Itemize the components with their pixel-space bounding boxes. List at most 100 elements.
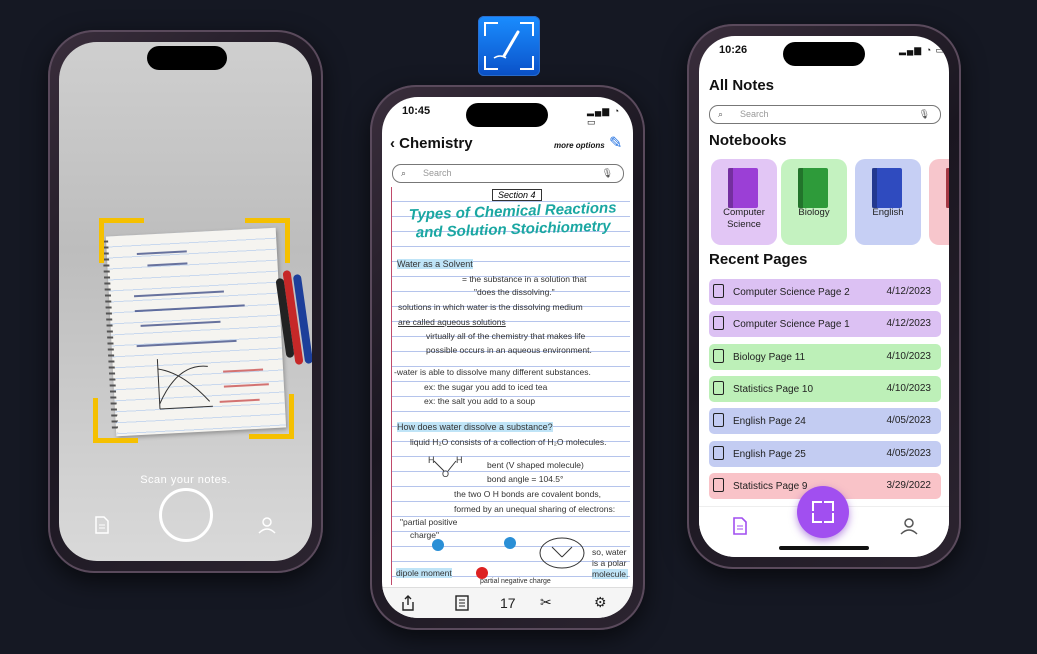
app-icon [478,16,540,76]
notebook-card[interactable]: S [929,159,949,245]
scribble [140,320,221,327]
recent-page-date: 4/12/2023 [886,286,932,297]
recent-page-date: 4/10/2023 [886,350,932,362]
pencil-icon[interactable]: ✎ [609,133,622,153]
mic-icon: 🎙 [918,109,930,119]
document-icon [713,380,724,395]
search-icon: ⌕ [718,109,724,119]
recent-page-row[interactable]: Biology Page 11 4/10/2023 [709,343,941,370]
search-input[interactable]: ⌕ Search 🎙 [709,105,941,124]
recent-page-date: 4/05/2023 [886,447,932,459]
scan-corner-tr [245,218,290,263]
camera-phone: Scan your notes. [48,30,323,573]
settings-icon[interactable]: ⚙ [594,594,607,611]
svg-text:H: H [428,455,435,465]
camera-screen: Scan your notes. [59,42,312,561]
document-icon[interactable] [94,516,110,534]
note-line: "does the dissolving." [474,287,555,297]
note-line: solutions in which water is the dissolvi… [398,302,583,312]
recent-page-name: Computer Science Page 2 [733,287,850,298]
notebook-card[interactable]: Biology [781,159,847,245]
water-molecule-sketch: H H O [428,455,463,479]
notebook-label-line2: Science [727,219,761,230]
scan-corner-tl [99,218,144,263]
recent-heading: Recent Pages [709,251,808,268]
notebook-cover-icon [872,168,902,208]
recent-page-row[interactable]: Computer Science Page 2 4/12/2023 [709,279,941,305]
dynamic-island [783,42,865,66]
notebook-label: English [855,207,921,219]
note-line: liquid H₂O consists of a collection of H… [410,437,607,447]
note-line: is a polar [592,558,627,568]
polar-molecule-sketch [539,537,585,569]
scribble [134,304,245,313]
profile-icon[interactable] [900,517,918,535]
note-line: bond angle = 104.5° [487,474,564,484]
pen-icon [493,30,520,59]
note-line: "partial positive [400,517,458,527]
recent-page-name: Computer Science Page 1 [733,319,850,331]
document-icon [713,284,724,298]
note-page: Section 4 Types of Chemical Reactions an… [391,187,630,585]
mic-icon: 🎙 [601,168,613,178]
document-icon [713,445,724,460]
notebook-cover-icon [946,168,949,208]
more-options-button[interactable]: more options [554,141,605,150]
recent-page-name: English Page 25 [733,448,806,460]
notebooks-heading: Notebooks [709,132,787,149]
notebook-card[interactable]: Computer Science [711,159,777,245]
scribble [147,262,188,267]
search-placeholder: Search [740,109,769,119]
dynamic-island [466,103,548,127]
document-icon [713,348,724,363]
note-line: bent (V shaped molecule) [487,460,584,470]
share-icon[interactable] [400,594,416,612]
scan-corner-bl [93,398,138,443]
note-heading: Types of Chemical Reactions and Solution… [407,199,618,242]
recent-page-row[interactable]: English Page 25 4/05/2023 [709,440,941,467]
notebook-label-line1: Computer [723,207,765,218]
note-line: are called aqueous solutions [398,317,506,327]
note-line: How does water dissolve a substance? [397,422,553,432]
note-phone: 10:45 ▂▄▆ ◔ ▭ ‹ Chemistry more options ✎… [370,85,645,630]
shutter-button[interactable] [159,488,213,542]
notebook-label: S [929,207,949,219]
notebook-title: Chemistry [399,135,473,152]
recent-page-name: Statistics Page 10 [733,383,814,395]
atom-red [476,567,488,579]
status-icons: ▂▄▆ ◔ ▭ [587,106,621,127]
recent-page-date: 4/05/2023 [886,415,932,427]
atom-blue [432,539,444,551]
tools-icon[interactable]: ✂ [540,594,552,611]
scribble [136,339,237,348]
recent-page-row[interactable]: Computer Science Page 1 4/12/2023 [709,311,941,338]
notebook-cover-icon [728,168,758,208]
profile-icon[interactable] [258,516,276,534]
back-button[interactable]: ‹ Chemistry [390,135,473,152]
scribble [133,290,224,298]
scan-button[interactable] [797,486,849,538]
document-icon [713,316,724,331]
note-line: ex: the sugar you add to iced tea [424,382,548,392]
document-icon[interactable] [732,517,748,535]
note-line: Water as a Solvent [397,259,473,269]
page-number: 17 [500,595,516,611]
scan-corner-br [249,394,294,439]
note-screen: 10:45 ▂▄▆ ◔ ▭ ‹ Chemistry more options ✎… [382,97,633,618]
notebook-icon[interactable] [454,594,470,612]
status-time: 10:26 [719,44,748,56]
recent-page-row[interactable]: English Page 24 4/05/2023 [709,408,941,435]
note-line: = the substance in a solution that [462,274,587,284]
note-line: ex: the salt you add to a soup [424,396,536,406]
search-placeholder: Search [423,168,452,178]
note-line: dipole moment [396,568,452,578]
notebook-cover-icon [798,168,828,208]
recent-page-row[interactable]: Statistics Page 10 4/10/2023 [709,375,941,402]
recent-page-date: 3/29/2022 [886,479,932,491]
graph-sketch [156,359,213,410]
status-time: 10:45 [402,105,431,117]
notebook-card[interactable]: English [855,159,921,245]
search-input[interactable]: ⌕ Search 🎙 [392,164,624,183]
recent-page-name: Biology Page 11 [733,351,806,363]
notebook-label-line1: Biology [798,207,830,218]
